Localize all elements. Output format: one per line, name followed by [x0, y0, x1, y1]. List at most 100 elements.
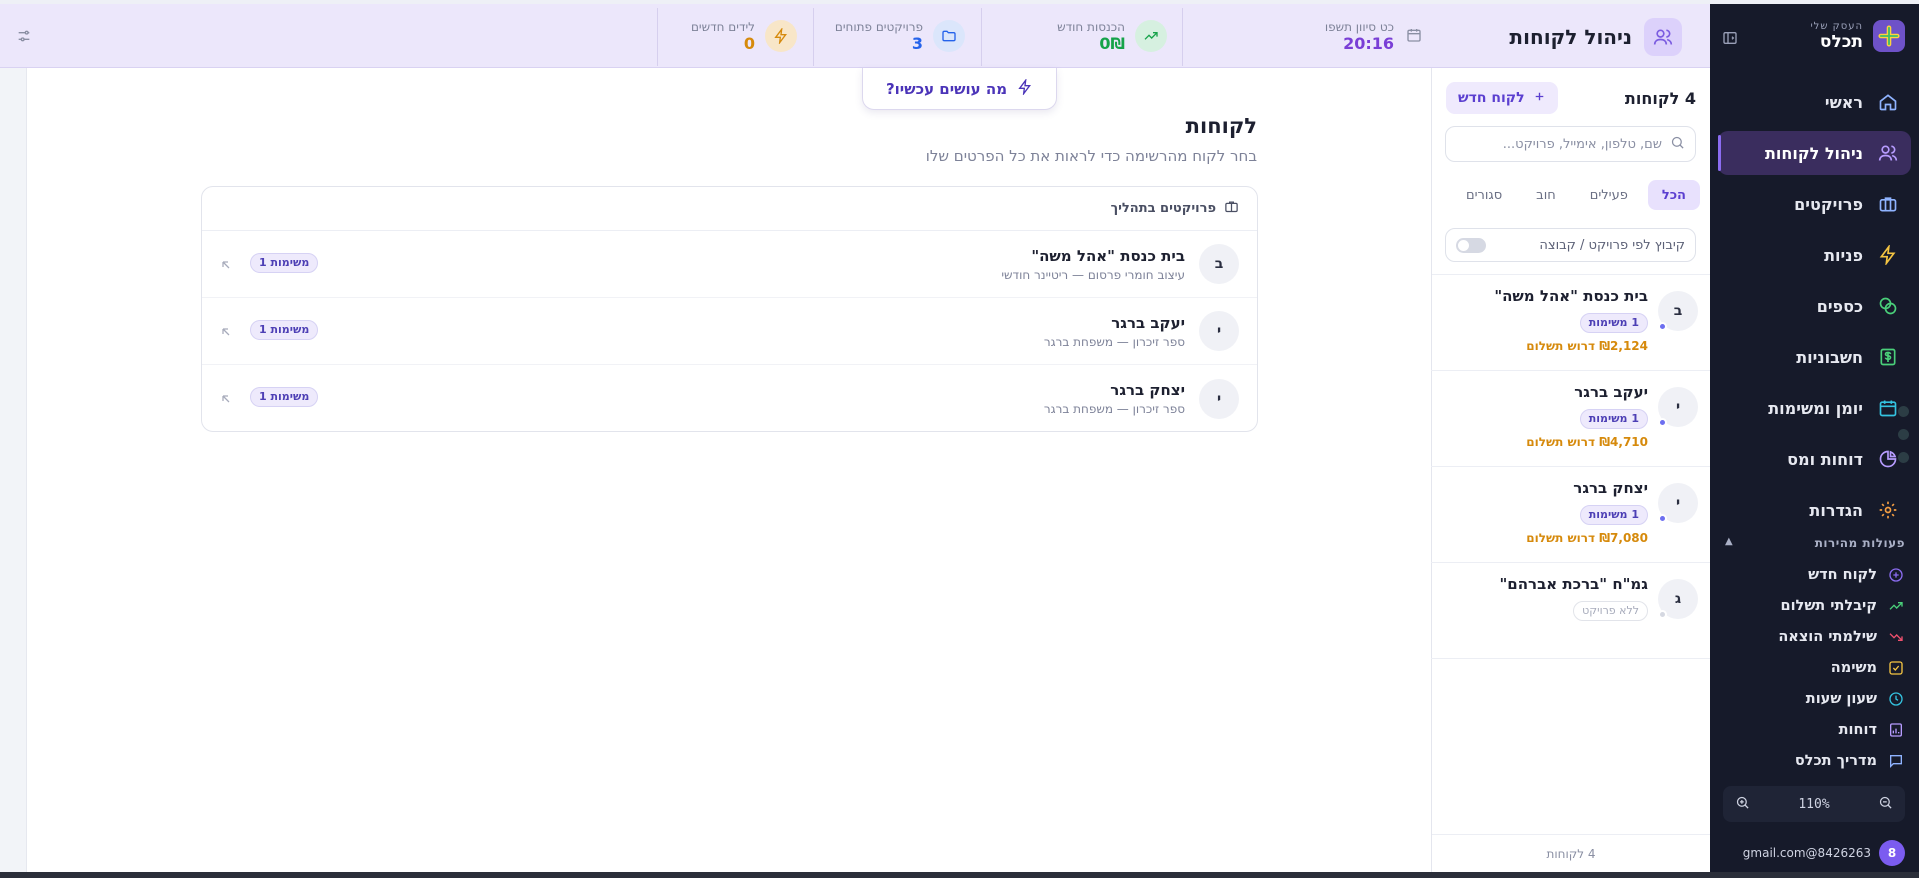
stat-date-label: כט סיוון תשפו — [1324, 19, 1394, 34]
stat-divider — [657, 8, 658, 66]
stat-income-label: הכנסות חודש — [1057, 19, 1125, 34]
quick-actions-header[interactable]: פעולות מהירות ▲ — [1725, 536, 1905, 550]
status-dot — [1658, 514, 1667, 523]
quick-action-task[interactable]: משימה — [1710, 652, 1919, 683]
sidebar-item-reports[interactable]: דוחות ומס — [1718, 437, 1911, 481]
search-icon — [1670, 135, 1685, 154]
lightning-icon — [1877, 244, 1899, 266]
tab-all[interactable]: הכל — [1647, 180, 1700, 210]
quick-action-label: לקוח חדש — [1808, 566, 1877, 583]
sidebar-item-projects[interactable]: פרויקטים — [1718, 182, 1911, 226]
avatar-initial: ג — [1674, 591, 1682, 607]
sidebar-item-label: ראשי — [1824, 92, 1863, 112]
home-icon — [1877, 91, 1899, 113]
sidebar-item-calendar[interactable]: יומן ומשימות — [1718, 386, 1911, 430]
floating-indicators — [1898, 406, 1909, 475]
arrow-up-left-icon[interactable] — [220, 390, 234, 404]
quick-action-payment-received[interactable]: קיבלתי תשלום — [1710, 590, 1919, 621]
user-account[interactable]: 8 gmail.com@8426263 — [1743, 840, 1905, 866]
tab-debt[interactable]: חוב — [1522, 180, 1570, 210]
page-subtitle: בחר לקוח מהרשימה כדי לראות את כל הפרטים … — [925, 147, 1257, 165]
brand-subtitle: העסק שלי — [1810, 20, 1863, 32]
sliders-icon[interactable] — [16, 28, 32, 44]
sidebar-item-label: יומן ומשימות — [1768, 398, 1863, 418]
project-row[interactable]: ב בית כנסת "אהל משה" עיצוב חומרי פרסום —… — [202, 231, 1257, 298]
quick-action-reports[interactable]: דוחות — [1710, 714, 1919, 745]
stat-leads: לידים חדשים 0 — [691, 14, 797, 58]
sidebar-item-invoices[interactable]: חשבוניות — [1718, 335, 1911, 379]
top-header: ניהול לקוחות כט סיוון תשפו 20:16 הכנסות … — [0, 4, 1710, 68]
zoom-out-icon[interactable] — [1878, 795, 1893, 814]
avatar: ב — [1658, 291, 1698, 331]
quick-action-guide[interactable]: מדריך תכלס — [1710, 745, 1919, 776]
quick-action-label: דוחות — [1838, 721, 1877, 738]
avatar: י — [1199, 378, 1239, 419]
zoom-level: 110% — [1798, 796, 1830, 812]
quick-action-expense-paid[interactable]: שילמתי הוצאה — [1710, 621, 1919, 652]
gear-icon — [1877, 499, 1899, 521]
chevron-up-icon[interactable]: ▲ — [1725, 536, 1733, 550]
sidebar-item-label: כספים — [1816, 296, 1863, 316]
project-client-name: יעקב ברגר — [1111, 313, 1185, 332]
calendar-icon — [1404, 27, 1422, 45]
plus-circle-icon — [1887, 566, 1905, 584]
card-header: פרויקטים בתהליך — [202, 187, 1257, 231]
quick-action-new-client[interactable]: לקוח חדש — [1710, 559, 1919, 590]
client-name: יצחק ברגר — [1573, 479, 1648, 497]
client-name: בית כנסת "אהל משה" — [1494, 287, 1648, 305]
toggle-switch[interactable] — [1456, 237, 1486, 253]
avatar: י — [1199, 311, 1239, 351]
header-title-text: ניהול לקוחות — [1509, 25, 1632, 49]
users-icon — [1877, 142, 1899, 164]
quick-action-label: שילמתי הוצאה — [1778, 628, 1877, 645]
client-search[interactable] — [1445, 126, 1696, 162]
project-client-name: יצחק ברגר — [1110, 381, 1185, 399]
stat-divider — [1182, 8, 1183, 66]
client-name: גמ"ח "ברכת אברהם" — [1499, 575, 1648, 593]
zoom-control: 110% — [1723, 786, 1905, 822]
report-icon — [1887, 721, 1905, 739]
tasks-badge: 1 משימות — [1579, 505, 1648, 525]
bottom-strip — [0, 872, 1919, 878]
client-list-item[interactable]: י יעקב ברגר 1 משימות ₪4,710 דרוש תשלום — [1431, 371, 1710, 467]
group-label: קיבוץ לפי פרויקט / קבוצה — [1539, 237, 1685, 253]
brand[interactable]: העסק שלי תכלס — [1810, 20, 1905, 52]
card-title: פרויקטים בתהליך — [1110, 201, 1216, 216]
zoom-in-icon[interactable] — [1735, 795, 1750, 814]
trend-up-icon — [1887, 597, 1905, 615]
new-client-label: לקוח חדש — [1458, 90, 1525, 106]
collapse-sidebar-icon[interactable] — [1722, 30, 1738, 46]
arrow-up-left-icon[interactable] — [220, 256, 234, 270]
sidebar-item-clients[interactable]: ניהול לקוחות — [1718, 131, 1911, 175]
quick-action-label: משימה — [1830, 659, 1877, 676]
search-input[interactable] — [1462, 136, 1662, 152]
stat-divider — [813, 8, 814, 66]
avatar: 8 — [1879, 840, 1905, 866]
whats-now-label: מה עושים עכשיו? — [885, 79, 1008, 98]
tab-active[interactable]: פעילים — [1576, 180, 1642, 210]
new-client-button[interactable]: לקוח חדש — [1446, 82, 1558, 114]
plus-icon — [1533, 90, 1546, 107]
lightning-icon — [1017, 77, 1033, 99]
project-row[interactable]: י יעקב ברגר ספר זיכרון — משפחת ברגר 1 מש… — [202, 298, 1257, 365]
tab-closed[interactable]: סגורים — [1452, 180, 1516, 210]
sidebar-item-home[interactable]: ראשי — [1718, 80, 1911, 124]
quick-action-time-clock[interactable]: שעון שעות — [1710, 683, 1919, 714]
avatar-initial: י — [1675, 399, 1681, 415]
avatar: י — [1658, 483, 1698, 523]
project-client-name: בית כנסת "אהל משה" — [1031, 246, 1185, 265]
arrow-up-left-icon[interactable] — [220, 323, 234, 337]
client-list-item[interactable]: ג גמ"ח "ברכת אברהם" ללא פרויקט — [1431, 563, 1710, 659]
whats-now-button[interactable]: מה עושים עכשיו? — [862, 68, 1057, 110]
tasks-badge: 1 משימות — [250, 253, 319, 273]
sidebar-item-settings[interactable]: הגדרות — [1718, 488, 1911, 532]
client-list-item[interactable]: י יצחק ברגר 1 משימות ₪7,080 דרוש תשלום — [1431, 467, 1710, 563]
users-icon — [1644, 18, 1682, 56]
client-list-item[interactable]: ב בית כנסת "אהל משה" 1 משימות ₪2,124 דרו… — [1431, 275, 1710, 371]
sidebar-item-inquiries[interactable]: פניות — [1718, 233, 1911, 277]
group-by-project-toggle[interactable]: קיבוץ לפי פרויקט / קבוצה — [1445, 228, 1696, 262]
stat-projects: פרויקטים פתוחים 3 — [835, 14, 965, 58]
briefcase-icon — [1224, 199, 1239, 218]
sidebar-item-finance[interactable]: כספים — [1718, 284, 1911, 328]
project-row[interactable]: י יצחק ברגר ספר זיכרון — משפחת ברגר 1 מש… — [202, 365, 1257, 432]
